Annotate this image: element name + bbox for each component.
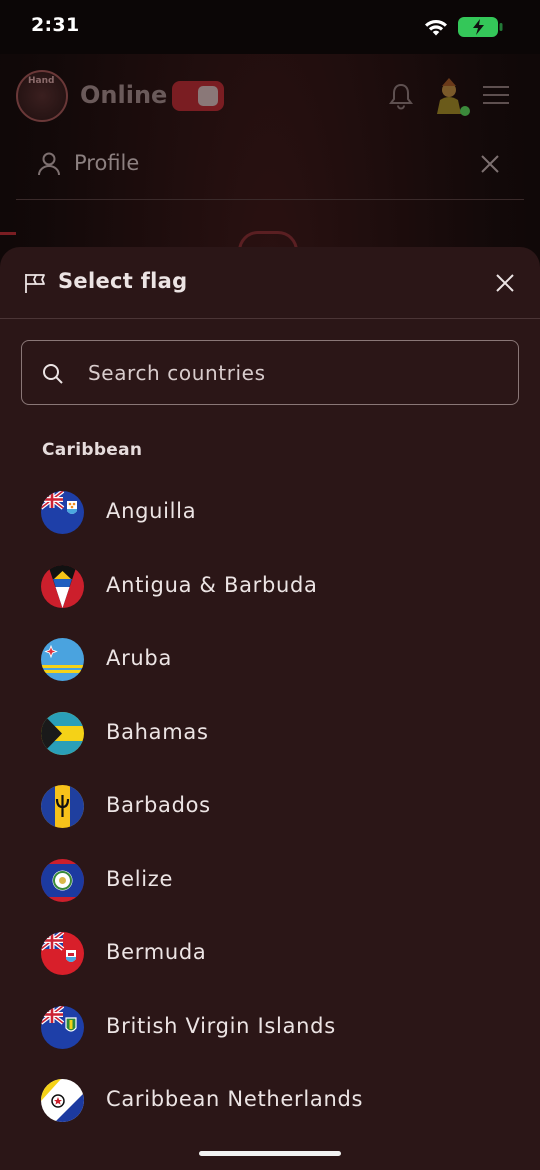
search-icon xyxy=(43,364,63,384)
select-flag-sheet: Select flag Caribbean xyxy=(0,247,540,1170)
app-logo: Hand xyxy=(16,70,68,122)
list-item[interactable]: British Virgin Islands xyxy=(0,990,540,1064)
bermuda-flag-icon xyxy=(41,932,84,975)
close-icon[interactable] xyxy=(494,272,516,294)
online-toggle xyxy=(172,81,224,111)
close-icon xyxy=(481,155,499,173)
country-name: Bermuda xyxy=(106,940,207,964)
country-name: Anguilla xyxy=(106,499,197,523)
status-bar: 2:31 xyxy=(0,0,540,54)
belize-flag-icon xyxy=(41,858,84,902)
caribbean-netherlands-flag-icon xyxy=(41,1079,84,1122)
country-name: British Virgin Islands xyxy=(106,1013,336,1038)
bahamas-flag-icon xyxy=(41,711,84,755)
country-name: Belize xyxy=(106,866,174,891)
accent-line xyxy=(0,232,16,235)
search-input[interactable] xyxy=(88,355,498,391)
country-name: Caribbean Netherlands xyxy=(106,1087,364,1111)
flag-icon xyxy=(25,274,45,293)
home-indicator[interactable] xyxy=(199,1151,341,1156)
list-item[interactable]: Aruba xyxy=(0,622,540,696)
country-name: Aruba xyxy=(106,646,173,670)
status-icons xyxy=(424,16,504,38)
battery-icon xyxy=(458,17,503,37)
country-name: Bahamas xyxy=(106,719,209,744)
online-status-dot xyxy=(460,106,470,116)
aruba-flag-icon xyxy=(41,638,84,681)
toggle-knob xyxy=(198,86,218,106)
list-item[interactable]: Barbados xyxy=(0,769,540,843)
sheet-header: Select flag xyxy=(0,247,540,319)
online-mode-label: Online xyxy=(80,81,168,109)
country-list: Anguilla Antigua & Barbuda Aruba Bahamas… xyxy=(0,475,540,1137)
bell-icon xyxy=(389,83,413,110)
british-virgin-islands-flag-icon xyxy=(41,1005,84,1049)
list-item[interactable]: Bahamas xyxy=(0,696,540,770)
antigua-barbuda-flag-icon xyxy=(41,564,84,608)
barbados-flag-icon xyxy=(41,785,84,828)
sheet-title: Select flag xyxy=(58,269,188,293)
anguilla-flag-icon xyxy=(41,491,84,534)
section-label: Caribbean xyxy=(42,440,143,460)
app-header: Hand Online xyxy=(0,54,540,138)
app-logo-text: Hand xyxy=(28,76,55,86)
wifi-icon xyxy=(425,19,447,36)
country-name: Barbados xyxy=(106,793,211,817)
list-item[interactable]: Caribbean Netherlands xyxy=(0,1063,540,1137)
status-time: 2:31 xyxy=(31,14,80,36)
list-item[interactable]: Belize xyxy=(0,843,540,917)
country-name: Antigua & Barbuda xyxy=(106,572,318,597)
list-item[interactable]: Anguilla xyxy=(0,475,540,549)
profile-title: Profile xyxy=(74,151,140,175)
list-item[interactable]: Antigua & Barbuda xyxy=(0,549,540,623)
list-item[interactable]: Bermuda xyxy=(0,916,540,990)
menu-icon xyxy=(483,86,509,104)
profile-panel-header: Profile xyxy=(16,130,524,200)
search-box[interactable] xyxy=(21,340,519,405)
user-icon xyxy=(38,152,60,176)
